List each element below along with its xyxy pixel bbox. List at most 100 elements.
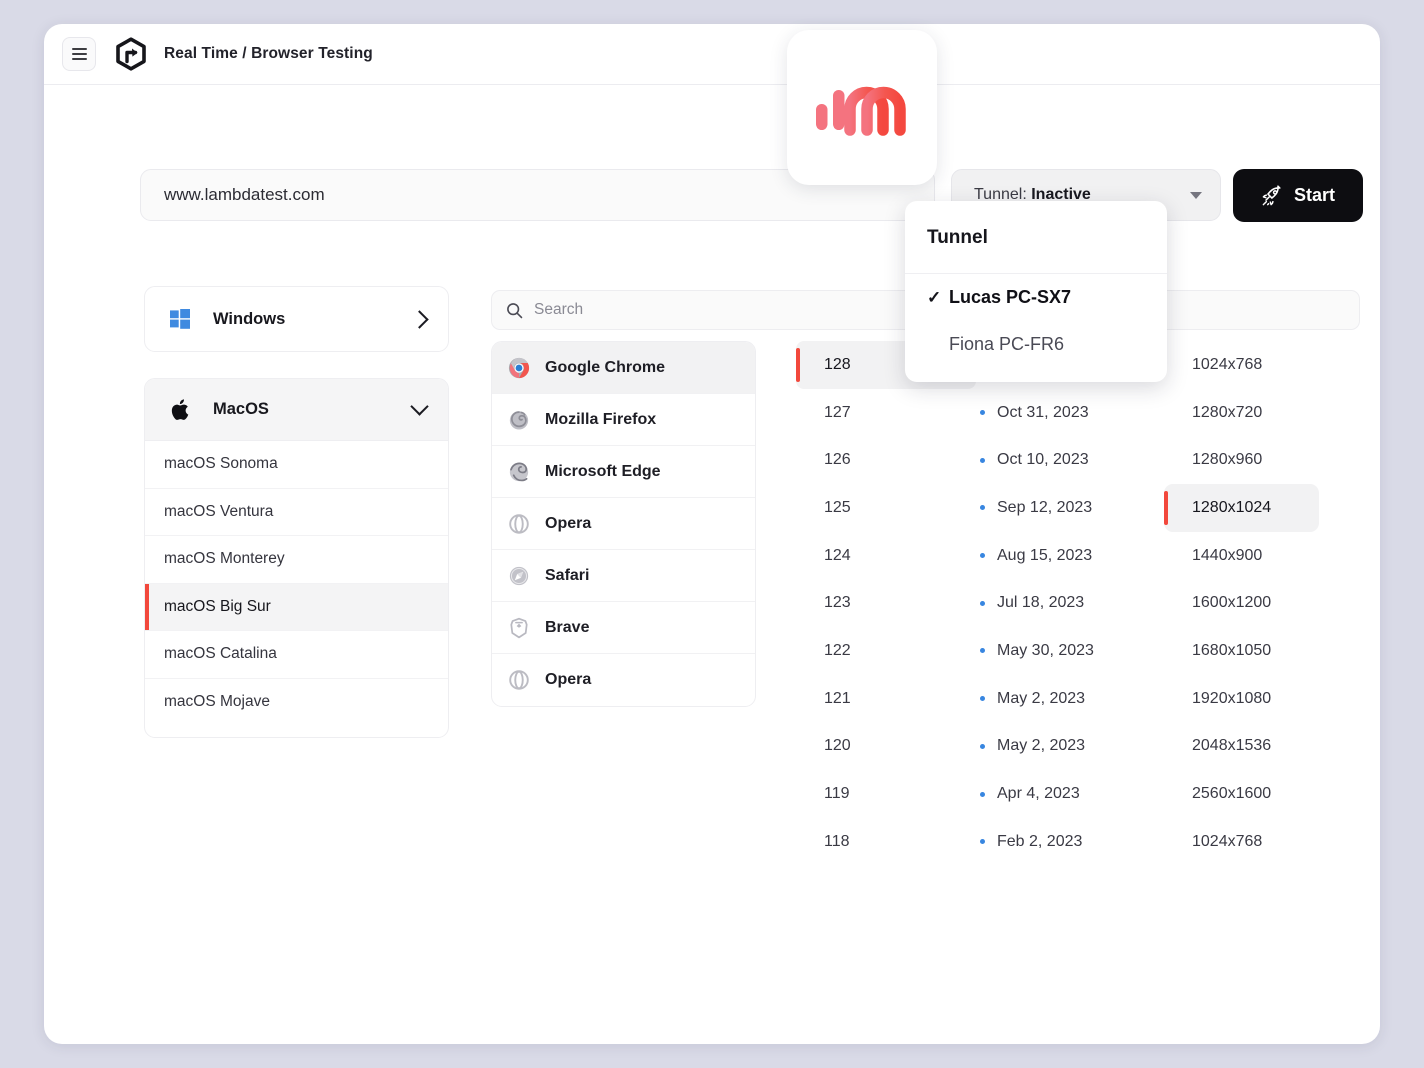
start-button[interactable]: Start [1233,169,1363,222]
date-label: Feb 2, 2023 [997,833,1082,851]
lambdatest-logo-icon[interactable] [114,37,148,71]
version-row[interactable]: 119 [796,770,976,818]
version-row[interactable]: 124 [796,532,976,580]
date-label: Oct 10, 2023 [997,451,1089,469]
version-row[interactable]: 126 [796,436,976,484]
bullet-icon [980,839,985,844]
version-row[interactable]: 125 [796,484,976,532]
safari-icon [508,565,530,587]
release-date-row: May 2, 2023 [974,675,1174,723]
resolution-row-selected[interactable]: 1280x1024 [1164,484,1319,532]
resolution-row[interactable]: 1280x720 [1164,389,1319,437]
chrome-icon [508,357,530,379]
resolution-label: 1024x768 [1192,356,1262,374]
opera-icon [508,513,530,535]
resolution-label: 1024x768 [1192,833,1262,851]
resolution-label: 1280x720 [1192,404,1262,422]
version-label: 120 [824,737,851,755]
chevron-down-icon [410,397,428,415]
version-label: 125 [824,499,851,517]
resolution-row[interactable]: 1680x1050 [1164,627,1319,675]
browser-row-safari[interactable]: Safari [492,550,755,602]
release-date-row: May 2, 2023 [974,723,1174,771]
date-label: May 2, 2023 [997,690,1085,708]
bullet-icon [980,553,985,558]
release-date-row: Sep 12, 2023 [974,484,1174,532]
browser-row-opera[interactable]: Opera [492,498,755,550]
os-label-macos: MacOS [213,400,413,419]
bullet-icon [980,792,985,797]
release-date-row: Feb 2, 2023 [974,818,1174,866]
date-label: May 30, 2023 [997,642,1094,660]
version-label: 118 [824,833,850,851]
tunnel-menu-item-lucas[interactable]: ✓ Lucas PC-SX7 [905,274,1167,321]
resolution-label: 1280x1024 [1192,499,1271,517]
resolution-label: 2560x1600 [1192,785,1271,803]
os-version-item-selected[interactable]: macOS Big Sur [145,584,448,632]
release-date-row: Oct 10, 2023 [974,436,1174,484]
os-version-item[interactable]: macOS Catalina [145,631,448,679]
release-date-row: Jul 18, 2023 [974,579,1174,627]
brave-icon [508,617,530,639]
os-version-item[interactable]: macOS Monterey [145,536,448,584]
os-version-label: macOS Big Sur [164,598,271,616]
os-version-item[interactable]: macOS Ventura [145,489,448,537]
browser-label: Google Chrome [545,359,665,377]
resolution-row[interactable]: 1600x1200 [1164,579,1319,627]
opera-icon [508,669,530,691]
resolution-row[interactable]: 1280x960 [1164,436,1319,484]
tunnel-menu-item-fiona[interactable]: Fiona PC-FR6 [905,321,1167,368]
browser-label: Opera [545,671,591,689]
resolution-row[interactable]: 1440x900 [1164,532,1319,580]
bullet-icon [980,744,985,749]
hamburger-icon[interactable] [62,37,96,71]
resolution-row[interactable]: 1024x768 [1164,341,1319,389]
release-date-list: Oct 31, 2023 Oct 10, 2023 Sep 12, 2023 A… [974,341,1174,866]
windows-logo-icon [170,309,196,329]
version-row[interactable]: 118 [796,818,976,866]
version-row[interactable]: 123 [796,579,976,627]
resolution-row[interactable]: 1920x1080 [1164,675,1319,723]
browser-row-firefox[interactable]: Mozilla Firefox [492,394,755,446]
release-date-row: Aug 15, 2023 [974,532,1174,580]
browser-row-brave[interactable]: Brave [492,602,755,654]
edge-icon [508,461,530,483]
resolution-row[interactable]: 2560x1600 [1164,770,1319,818]
os-card-windows[interactable]: Windows [144,286,449,352]
browser-label: Opera [545,515,591,533]
os-card-macos: MacOS macOS Sonoma macOS Ventura macOS M… [144,378,449,738]
tunnel-menu-item-label: Fiona PC-FR6 [949,334,1064,355]
resolution-label: 1440x900 [1192,547,1262,565]
browser-label: Microsoft Edge [545,463,661,481]
bullet-icon [980,410,985,415]
version-row[interactable]: 120 [796,723,976,771]
version-row[interactable]: 122 [796,627,976,675]
app-window: Real Time / Browser Testing Tunnel: Inac… [44,24,1380,1044]
resolution-row[interactable]: 2048x1536 [1164,723,1319,771]
bullet-icon [980,505,985,510]
resolution-label: 1600x1200 [1192,594,1271,612]
os-version-label: macOS Catalina [164,645,277,663]
os-version-item[interactable]: macOS Mojave [145,679,448,727]
version-label: 123 [824,594,851,612]
version-row[interactable]: 121 [796,675,976,723]
version-row[interactable]: 127 [796,389,976,437]
version-list: 128 127 126 125 124 123 122 121 120 119 … [796,341,976,866]
resolution-list: 1024x768 1280x720 1280x960 1280x1024 144… [1164,341,1364,866]
version-label: 124 [824,547,851,565]
browser-row-opera-2[interactable]: Opera [492,654,755,706]
resolution-label: 1680x1050 [1192,642,1271,660]
browser-row-chrome[interactable]: Google Chrome [492,342,755,394]
os-header-macos[interactable]: MacOS [145,379,448,441]
bullet-icon [980,648,985,653]
os-version-item[interactable]: macOS Sonoma [145,441,448,489]
resolution-row[interactable]: 1024x768 [1164,818,1319,866]
os-version-label: macOS Sonoma [164,455,278,473]
start-button-label: Start [1294,185,1335,206]
date-label: Sep 12, 2023 [997,499,1092,517]
chevron-right-icon [410,310,428,328]
version-label: 126 [824,451,851,469]
release-date-row: May 30, 2023 [974,627,1174,675]
lambdatest-mark-icon [814,73,910,143]
browser-row-edge[interactable]: Microsoft Edge [492,446,755,498]
